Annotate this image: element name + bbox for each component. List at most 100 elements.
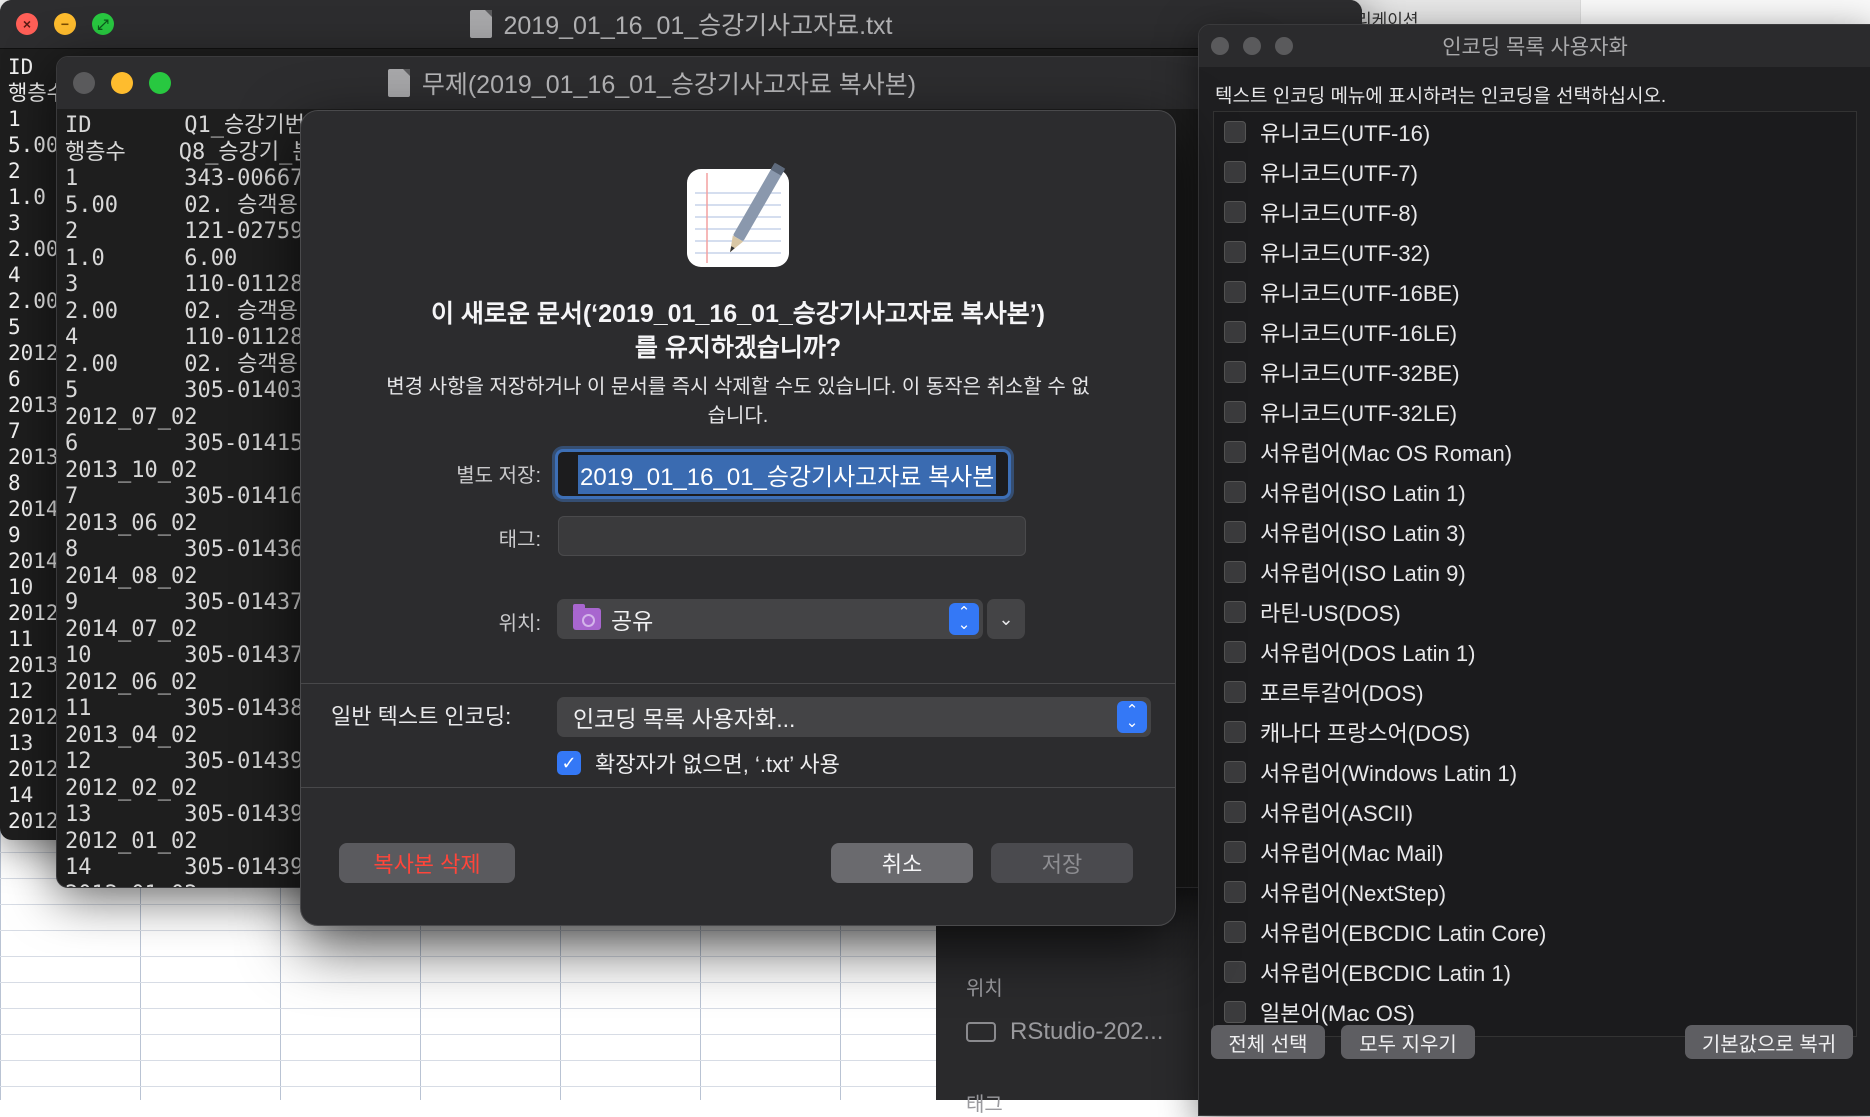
encoding-list-item[interactable]: 유니코드(UTF-32BE) [1214, 352, 1856, 392]
encoding-checkbox[interactable] [1224, 601, 1246, 623]
finder-volume-label: RStudio-202... [1010, 1018, 1164, 1045]
encoding-label: 일반 텍스트 인코딩: [331, 704, 512, 729]
panel-titlebar: 인코딩 목록 사용자화 [1199, 25, 1870, 67]
encoding-list-item[interactable]: 서유럽어(ISO Latin 9) [1214, 552, 1856, 592]
encoding-checkbox[interactable] [1224, 1001, 1246, 1023]
encoding-checkbox[interactable] [1224, 561, 1246, 583]
encoding-list-item[interactable]: 서유럽어(ISO Latin 1) [1214, 472, 1856, 512]
location-value: 공유 [611, 608, 654, 634]
encoding-item-label: 서유럽어(NextStep) [1260, 881, 1447, 906]
delete-copy-button[interactable]: 복사본 삭제 [339, 843, 515, 883]
expand-chevron-down-icon[interactable]: ⌄ [987, 599, 1025, 639]
encoding-item-label: 서유럽어(ISO Latin 9) [1260, 561, 1466, 586]
encoding-checkbox[interactable] [1224, 641, 1246, 663]
encoding-item-label: 유니코드(UTF-16) [1260, 121, 1431, 146]
encoding-list-item[interactable]: 서유럽어(EBCDIC Latin Core) [1214, 912, 1856, 952]
encoding-checkbox[interactable] [1224, 281, 1246, 303]
select-stepper-icon: ⌃ ⌄ [1117, 701, 1147, 733]
encoding-item-label: 유니코드(UTF-32LE) [1260, 401, 1458, 426]
encoding-list-item[interactable]: 캐나다 프랑스어(DOS) [1214, 712, 1856, 752]
clear-all-button[interactable]: 모두 지우기 [1341, 1025, 1475, 1059]
encoding-list-item[interactable]: 서유럽어(NextStep) [1214, 872, 1856, 912]
encoding-checkbox[interactable] [1224, 721, 1246, 743]
extension-checkbox-row[interactable]: ✓ 확장자가 없으면, ‘.txt’ 사용 [557, 747, 840, 779]
encoding-list-item[interactable]: 서유럽어(DOS Latin 1) [1214, 632, 1856, 672]
encoding-item-label: 서유럽어(ASCII) [1260, 801, 1414, 826]
encoding-checkbox[interactable] [1224, 481, 1246, 503]
drive-icon [966, 1022, 996, 1042]
encoding-list-item[interactable]: 서유럽어(ASCII) [1214, 792, 1856, 832]
encoding-list-item[interactable]: 유니코드(UTF-32) [1214, 232, 1856, 272]
encoding-checkbox[interactable] [1224, 681, 1246, 703]
finder-tags-label: 태그 [966, 1094, 1003, 1116]
encoding-list-item[interactable]: 유니코드(UTF-16LE) [1214, 312, 1856, 352]
save-as-input[interactable]: 2019_01_16_01_승강기사고자료 복사본 [555, 449, 1011, 499]
dialog-title: 이 새로운 문서(‘2019_01_16_01_승강기사고자료 복사본’) 를 … [430, 300, 1046, 362]
close-icon[interactable] [73, 72, 95, 94]
encoding-list-item[interactable]: 유니코드(UTF-8) [1214, 192, 1856, 232]
encoding-checkbox[interactable] [1224, 801, 1246, 823]
cancel-button[interactable]: 취소 [831, 843, 973, 883]
window-titlebar [57, 57, 1247, 109]
encoding-item-label: 서유럽어(EBCDIC Latin 1) [1260, 961, 1511, 986]
zoom-icon[interactable] [149, 72, 171, 94]
encoding-list-item[interactable]: 서유럽어(Mac OS Roman) [1214, 432, 1856, 472]
encoding-checkbox[interactable] [1224, 201, 1246, 223]
encoding-item-label: 서유럽어(ISO Latin 3) [1260, 521, 1466, 546]
encoding-list-item[interactable]: 서유럽어(Windows Latin 1) [1214, 752, 1856, 792]
panel-title: 인코딩 목록 사용자화 [1442, 36, 1628, 59]
encoding-checkbox[interactable] [1224, 401, 1246, 423]
encoding-item-label: 서유럽어(Mac Mail) [1260, 841, 1444, 866]
dialog-description: 변경 사항을 저장하거나 이 문서를 즉시 삭제할 수도 있습니다. 이 동작은… [386, 376, 1090, 427]
encoding-checkbox[interactable] [1224, 321, 1246, 343]
encoding-item-label: 라틴-US(DOS) [1260, 601, 1401, 626]
dialog-separator [301, 787, 1175, 788]
encoding-list-item[interactable]: 서유럽어(EBCDIC Latin 1) [1214, 952, 1856, 992]
encoding-checkbox[interactable] [1224, 881, 1246, 903]
minimize-icon[interactable]: − [54, 13, 76, 35]
finder-location-label: 위치 [966, 978, 1003, 1000]
encoding-checkbox[interactable] [1224, 361, 1246, 383]
encoding-checkbox[interactable] [1224, 241, 1246, 263]
encoding-item-label: 포르투갈어(DOS) [1260, 681, 1424, 706]
location-select[interactable]: 공유 ⌃ ⌄ [557, 599, 983, 639]
encoding-checkbox[interactable] [1224, 921, 1246, 943]
encoding-checkbox[interactable] [1224, 121, 1246, 143]
tag-input[interactable] [558, 516, 1026, 556]
encoding-item-label: 서유럽어(DOS Latin 1) [1260, 641, 1476, 666]
encoding-checkbox[interactable] [1224, 441, 1246, 463]
encoding-list-item[interactable]: 유니코드(UTF-16BE) [1214, 272, 1856, 312]
encoding-checkbox[interactable] [1224, 961, 1246, 983]
restore-defaults-button[interactable]: 기본값으로 복귀 [1685, 1025, 1853, 1059]
finder-volume-item[interactable]: RStudio-202... [966, 1018, 1163, 1046]
encoding-select[interactable]: 인코딩 목록 사용자화... ⌃ ⌄ [557, 697, 1151, 737]
encoding-list-item[interactable]: 서유럽어(Mac Mail) [1214, 832, 1856, 872]
window-titlebar: × − ⤢ [0, 0, 1362, 49]
minimize-icon[interactable] [111, 72, 133, 94]
save-as-value: 2019_01_16_01_승강기사고자료 복사본 [578, 454, 997, 494]
zoom-icon[interactable]: ⤢ [92, 13, 114, 35]
select-all-button[interactable]: 전체 선택 [1211, 1025, 1325, 1059]
encoding-list-item[interactable]: 포르투갈어(DOS) [1214, 672, 1856, 712]
save-as-label: 별도 저장: [456, 465, 541, 487]
encoding-list-item[interactable]: 서유럽어(ISO Latin 3) [1214, 512, 1856, 552]
encoding-item-label: 유니코드(UTF-16LE) [1260, 321, 1458, 346]
encoding-item-label: 일본어(Mac OS) [1260, 1001, 1415, 1026]
encoding-list-item[interactable]: 라틴-US(DOS) [1214, 592, 1856, 632]
encoding-checkbox[interactable] [1224, 521, 1246, 543]
checkmark-icon[interactable]: ✓ [557, 751, 581, 775]
encoding-list-item[interactable]: 유니코드(UTF-32LE) [1214, 392, 1856, 432]
close-icon[interactable]: × [16, 13, 38, 35]
encoding-list[interactable]: 유니코드(UTF-16) 유니코드(UTF-7) 유니코드(UTF-8) 유니코드(U… [1213, 111, 1857, 1037]
encoding-checkbox[interactable] [1224, 761, 1246, 783]
encoding-item-label: 서유럽어(EBCDIC Latin Core) [1260, 921, 1547, 946]
encoding-list-item[interactable]: 유니코드(UTF-16) [1214, 112, 1856, 152]
encoding-list-item[interactable]: 유니코드(UTF-7) [1214, 152, 1856, 192]
encoding-checkbox[interactable] [1224, 161, 1246, 183]
window-controls [73, 72, 171, 94]
encoding-value: 인코딩 목록 사용자화... [573, 706, 796, 732]
window-controls: × − ⤢ [16, 13, 114, 35]
save-button[interactable]: 저장 [991, 843, 1133, 883]
encoding-item-label: 유니코드(UTF-8) [1260, 201, 1418, 226]
encoding-checkbox[interactable] [1224, 841, 1246, 863]
